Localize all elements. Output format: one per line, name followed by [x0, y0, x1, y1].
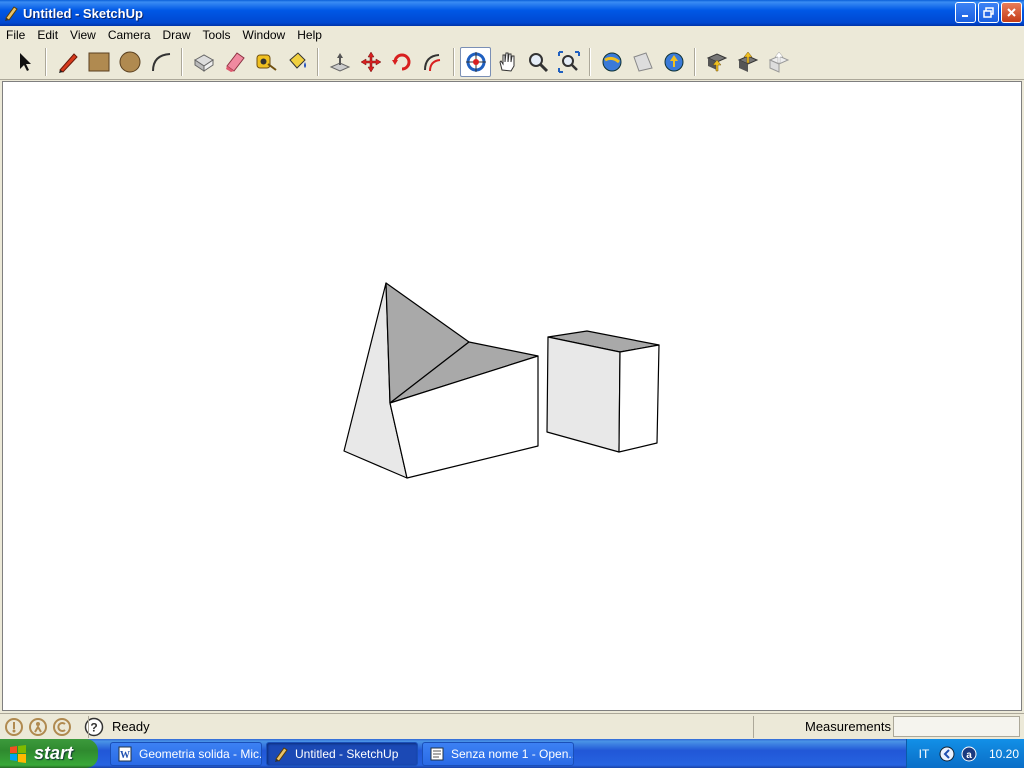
- credits-icon[interactable]: [28, 717, 48, 737]
- paint-bucket-button[interactable]: [281, 47, 312, 77]
- system-tray: IT a 10.20: [906, 739, 1024, 768]
- box-front-face: [546, 336, 621, 453]
- taskbar-item-label: Senza nome 1 - Open...: [451, 746, 574, 761]
- select-tool-icon: [19, 52, 31, 71]
- window-title: Untitled - SketchUp: [23, 5, 143, 21]
- rotate-tool-button[interactable]: [386, 47, 417, 77]
- openoffice-icon: [430, 747, 444, 760]
- eraser-tool-button[interactable]: [219, 47, 250, 77]
- rotate-icon: [391, 53, 410, 70]
- clock[interactable]: 10.20: [989, 747, 1019, 761]
- get-models-icon: [706, 52, 727, 71]
- pencil-line-tool-button[interactable]: [52, 47, 83, 77]
- taskbar-item-label: Untitled - SketchUp: [295, 746, 399, 761]
- measurements-label: Measurements: [805, 719, 891, 734]
- offset-tool-button[interactable]: [417, 47, 448, 77]
- orbit-icon: [465, 51, 486, 72]
- taskbar: start W Geometria solida - Mic... Untitl…: [0, 739, 1024, 768]
- status-message: Ready: [112, 719, 150, 734]
- restore-icon: [983, 7, 994, 18]
- title-bar: Untitled - SketchUp: [0, 0, 1024, 26]
- orbit-tool-button[interactable]: [460, 46, 491, 77]
- drawing-viewport[interactable]: [2, 81, 1022, 711]
- toggle-terrain-icon: [632, 51, 653, 72]
- rectangle-tool-button[interactable]: [83, 47, 114, 77]
- share-component-button[interactable]: [763, 47, 794, 77]
- svg-text:?: ?: [90, 720, 97, 734]
- circle-tool-button[interactable]: [114, 47, 145, 77]
- minimize-icon: [961, 14, 968, 17]
- menu-tools[interactable]: Tools: [197, 26, 237, 44]
- taskbar-item-sketchup[interactable]: Untitled - SketchUp: [266, 741, 418, 766]
- main-toolbar: [0, 44, 1024, 80]
- model-canvas[interactable]: [3, 82, 1023, 712]
- status-bar: ? Ready Measurements: [0, 713, 1024, 739]
- taskbar-item-openoffice[interactable]: Senza nome 1 - Open...: [422, 741, 574, 766]
- antivirus-icon[interactable]: a: [961, 746, 977, 762]
- share-component-icon: [768, 51, 789, 73]
- share-model-icon: [737, 51, 758, 72]
- share-model-button[interactable]: [732, 47, 763, 77]
- menu-file[interactable]: File: [0, 26, 31, 44]
- zoom-extents-icon: [557, 50, 580, 73]
- offset-icon: [423, 53, 440, 71]
- menu-camera[interactable]: Camera: [102, 26, 157, 44]
- box-right-face: [618, 344, 660, 453]
- pencil-line-icon: [58, 52, 78, 73]
- menu-window[interactable]: Window: [237, 26, 292, 44]
- taskbar-item-label: Geometria solida - Mic...: [139, 746, 262, 761]
- menu-draw[interactable]: Draw: [157, 26, 197, 44]
- sketchup-app-icon[interactable]: [3, 5, 19, 21]
- circle-icon: [119, 51, 140, 72]
- copyright-icon[interactable]: [52, 717, 72, 737]
- arc-tool-button[interactable]: [145, 47, 176, 77]
- make-component-icon: [193, 53, 214, 72]
- svg-text:a: a: [966, 750, 972, 761]
- get-models-button[interactable]: [701, 47, 732, 77]
- close-button[interactable]: [1001, 2, 1022, 23]
- zoom-extents-button[interactable]: [553, 47, 584, 77]
- rectangle-icon: [88, 52, 109, 71]
- eraser-icon: [225, 51, 245, 72]
- move-icon: [360, 51, 381, 72]
- start-button[interactable]: start: [0, 739, 98, 768]
- move-tool-button[interactable]: [355, 47, 386, 77]
- toggle-terrain-button[interactable]: [627, 47, 658, 77]
- network-back-icon[interactable]: [939, 746, 955, 762]
- paint-bucket-icon: [288, 51, 306, 69]
- sketchup-icon: [275, 746, 288, 762]
- restore-button[interactable]: [978, 2, 999, 23]
- zoom-tool-button[interactable]: [522, 47, 553, 77]
- pan-icon: [498, 52, 514, 72]
- place-model-icon: [664, 52, 683, 71]
- get-current-view-button[interactable]: [596, 47, 627, 77]
- minimize-button[interactable]: [955, 2, 976, 23]
- push-pull-icon: [329, 52, 350, 72]
- menu-view[interactable]: View: [64, 26, 102, 44]
- select-tool-button[interactable]: [9, 47, 40, 77]
- start-label: start: [34, 743, 74, 763]
- language-indicator[interactable]: IT: [915, 747, 933, 761]
- arc-icon: [151, 52, 170, 71]
- menu-edit[interactable]: Edit: [31, 26, 64, 44]
- help-icon[interactable]: ?: [84, 717, 104, 737]
- menu-bar: File Edit View Camera Draw Tools Window …: [0, 26, 1024, 44]
- measurements-input[interactable]: [893, 716, 1020, 737]
- windows-logo-icon: [10, 744, 26, 763]
- taskbar-item-word[interactable]: W Geometria solida - Mic...: [110, 741, 262, 766]
- pan-tool-button[interactable]: [491, 47, 522, 77]
- get-current-view-icon: [602, 52, 621, 71]
- push-pull-button[interactable]: [324, 47, 355, 77]
- zoom-icon: [528, 52, 548, 72]
- svg-text:W: W: [120, 750, 130, 761]
- tape-measure-icon: [256, 54, 277, 71]
- make-component-button[interactable]: [188, 47, 219, 77]
- close-icon: [1007, 8, 1016, 17]
- menu-help[interactable]: Help: [291, 26, 328, 44]
- tape-measure-button[interactable]: [250, 47, 281, 77]
- geo-location-icon[interactable]: [4, 717, 24, 737]
- word-document-icon: W: [118, 746, 132, 761]
- place-model-button[interactable]: [658, 47, 689, 77]
